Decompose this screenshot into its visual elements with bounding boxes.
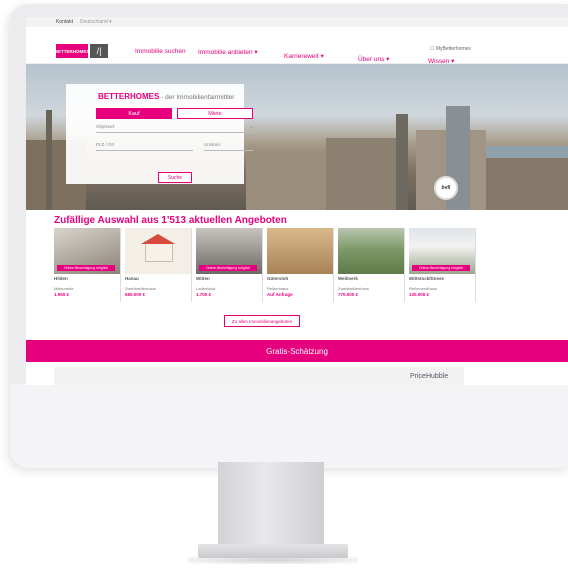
listing-price: 1.700 €: [196, 292, 212, 297]
city-tower: [46, 110, 52, 210]
objektart-label: Objektart: [96, 124, 115, 129]
online-viewing-badge: Online-Besichtigung möglich: [57, 265, 115, 271]
monitor-screen: Kontakt Deutschland ▾ BETTERHOMES /| Imm…: [26, 17, 568, 385]
listing-type: Maisonette: [54, 286, 74, 291]
chevron-down-icon: ⌄: [249, 124, 253, 129]
monitor-chin: [10, 384, 568, 468]
listing-price: 580.000 €: [125, 292, 146, 297]
search-button[interactable]: Suche: [158, 172, 192, 183]
city-building: [326, 138, 396, 210]
pricehubble-logo: PriceHubble: [410, 373, 449, 380]
city-building: [486, 158, 568, 210]
listing-photo: [267, 228, 333, 274]
listing-city: Wittstock/Dosse: [409, 276, 444, 281]
all-listings-button[interactable]: Zu allen Immobilienangeboten: [224, 315, 300, 327]
nav-immobilie-suchen[interactable]: Immobilie suchen: [135, 48, 186, 55]
radius-label: Umkreis: [204, 142, 221, 147]
tab-kauf[interactable]: Kauf: [96, 108, 172, 119]
top-bar: Kontakt Deutschland ▾: [26, 17, 568, 27]
listing-type: Ladenlokal: [196, 286, 216, 291]
tab-miete[interactable]: Miete: [177, 108, 253, 119]
listing-card[interactable]: Hanau Zweifamilienhaus 580.000 €: [125, 228, 192, 302]
roof-icon: [141, 234, 175, 244]
listing-city: Witten: [196, 276, 210, 281]
brand-name: BETTERHOMES: [98, 92, 160, 101]
site-header: BETTERHOMES /| Immobilie suchen Immobili…: [26, 27, 568, 65]
radius-select[interactable]: Umkreis ⌄: [204, 142, 253, 151]
listing-price: 1.950 €: [54, 292, 70, 297]
listing-photo: Online-Besichtigung möglich: [54, 228, 120, 274]
listing-city: Hilden: [54, 276, 68, 281]
listing-city: Gütersloh: [267, 276, 289, 281]
listing-price: Auf Anfrage: [267, 292, 293, 297]
listing-price: 770.000 €: [338, 292, 359, 297]
search-box: BETTERHOMES - der Immobilienfairmittler …: [66, 84, 253, 184]
listing-card[interactable]: Online-Besichtigung möglich Wittstock/Do…: [409, 228, 476, 302]
nav-immobilie-anbieten[interactable]: Immobilie anbieten ▾: [198, 48, 258, 56]
country-select[interactable]: Deutschland ▾: [80, 19, 112, 25]
monitor-stand-base: [198, 544, 348, 558]
listing-type: Reihenhaus: [267, 286, 289, 291]
listing-photo: [338, 228, 404, 274]
listing-type: Zweifamilienhaus: [125, 286, 156, 291]
listing-photo: Online-Besichtigung möglich: [409, 228, 475, 274]
free-valuation-banner[interactable]: Gratis-Schätzung: [26, 340, 568, 362]
listing-card[interactable]: Weilmerk Zweifamilienhaus 770.000 €: [338, 228, 405, 302]
logo-text: BETTERHOMES: [55, 44, 89, 58]
login-label: MyBetterhomes: [435, 46, 471, 52]
plz-input[interactable]: PLZ / Ort: [96, 142, 193, 151]
search-brand: BETTERHOMES - der Immobilienfairmittler: [98, 92, 234, 101]
chevron-down-icon: ⌄: [249, 142, 253, 147]
monitor-stand-neck: [218, 462, 324, 546]
login-link[interactable]: ☐ MyBetterhomes: [430, 46, 471, 52]
city-building: [246, 152, 326, 210]
listing-type: Reihenendhaus: [409, 286, 438, 291]
hero-city-image: BETTERHOMES - der Immobilienfairmittler …: [26, 64, 568, 210]
listing-photo: [125, 228, 191, 274]
nav-ueber-uns[interactable]: Über uns ▾: [358, 55, 389, 63]
imac-monitor: Kontakt Deutschland ▾ BETTERHOMES /| Imm…: [10, 4, 568, 468]
listing-city: Weilmerk: [338, 276, 358, 281]
river: [486, 146, 568, 158]
listing-photo: Online-Besichtigung möglich: [196, 228, 262, 274]
listing-card[interactable]: Online-Besichtigung möglich Witten Laden…: [196, 228, 263, 302]
brand-tagline: - der Immobilienfairmittler: [159, 94, 235, 101]
contact-link[interactable]: Kontakt: [56, 19, 73, 25]
listing-city: Hanau: [125, 276, 139, 281]
logo-mark-icon: /|: [90, 44, 108, 58]
betterhomes-logo[interactable]: BETTERHOMES /|: [55, 44, 108, 58]
listing-price: 130.000 €: [409, 292, 430, 297]
listing-card[interactable]: Online-Besichtigung möglich Hilden Maiso…: [54, 228, 121, 302]
house-illustration-icon: [145, 242, 173, 262]
online-viewing-badge: Online-Besichtigung möglich: [199, 265, 257, 271]
objektart-select[interactable]: Objektart ⌄: [96, 124, 253, 133]
nav-karriereweit[interactable]: Karriereweit ▾: [284, 52, 324, 60]
bvfi-seal-icon: bvfi: [434, 176, 458, 200]
listings-title: Zufällige Auswahl aus 1'513 aktuellen An…: [54, 215, 287, 226]
listing-type: Zweifamilienhaus: [338, 286, 369, 291]
online-viewing-badge: Online-Besichtigung möglich: [412, 265, 470, 271]
listing-card[interactable]: Gütersloh Reihenhaus Auf Anfrage: [267, 228, 334, 302]
valuation-preview: [54, 367, 464, 385]
city-tower: [396, 114, 408, 210]
